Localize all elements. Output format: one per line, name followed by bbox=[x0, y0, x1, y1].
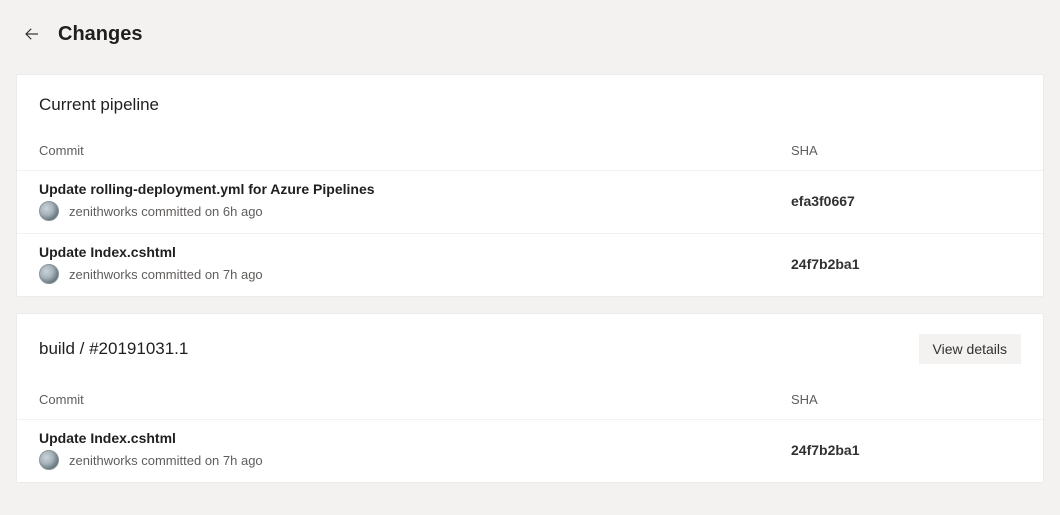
arrow-left-icon bbox=[23, 25, 41, 43]
commit-meta-text: zenithworks committed on 7h ago bbox=[69, 453, 263, 468]
commit-sha[interactable]: 24f7b2ba1 bbox=[791, 442, 859, 458]
avatar bbox=[39, 201, 59, 221]
table-row[interactable]: Update Index.cshtml zenithworks committe… bbox=[17, 233, 1043, 296]
view-details-button[interactable]: View details bbox=[919, 334, 1021, 364]
commit-title: Update rolling-deployment.yml for Azure … bbox=[39, 181, 791, 197]
card-header: Current pipeline bbox=[17, 75, 1043, 125]
column-header-commit: Commit bbox=[39, 392, 791, 407]
card-title: build / #20191031.1 bbox=[39, 339, 188, 359]
back-button[interactable] bbox=[20, 22, 44, 46]
page-title: Changes bbox=[58, 23, 142, 46]
section-build: build / #20191031.1 View details Commit … bbox=[16, 313, 1044, 483]
commit-meta-text: zenithworks committed on 7h ago bbox=[69, 267, 263, 282]
commit-title: Update Index.cshtml bbox=[39, 244, 791, 260]
table-row[interactable]: Update Index.cshtml zenithworks committe… bbox=[17, 419, 1043, 482]
card-title: Current pipeline bbox=[39, 95, 159, 115]
column-header-sha: SHA bbox=[791, 143, 1021, 158]
commit-sha[interactable]: 24f7b2ba1 bbox=[791, 256, 859, 272]
commit-meta-text: zenithworks committed on 6h ago bbox=[69, 204, 263, 219]
section-current-pipeline: Current pipeline Commit SHA Update rolli… bbox=[16, 74, 1044, 297]
column-header-sha: SHA bbox=[791, 392, 1021, 407]
avatar bbox=[39, 264, 59, 284]
page-header: Changes bbox=[16, 16, 1044, 74]
card-header: build / #20191031.1 View details bbox=[17, 314, 1043, 374]
table-header: Commit SHA bbox=[17, 374, 1043, 419]
commit-sha[interactable]: efa3f0667 bbox=[791, 193, 855, 209]
avatar bbox=[39, 450, 59, 470]
column-header-commit: Commit bbox=[39, 143, 791, 158]
table-header: Commit SHA bbox=[17, 125, 1043, 170]
commit-title: Update Index.cshtml bbox=[39, 430, 791, 446]
table-row[interactable]: Update rolling-deployment.yml for Azure … bbox=[17, 170, 1043, 233]
